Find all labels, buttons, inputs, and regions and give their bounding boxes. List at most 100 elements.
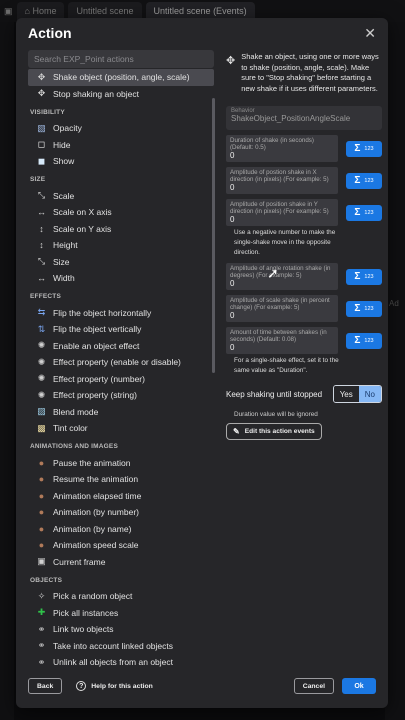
list-item[interactable]: ✺ Effect property (number) (28, 371, 214, 388)
list-item[interactable]: ⚭ Take into account linked objects (28, 638, 214, 655)
keep-shaking-row: Keep shaking until stopped Yes No (226, 385, 382, 403)
list-item[interactable]: ● Animation speed scale (28, 537, 214, 554)
parameter-row: Duration of shake (in seconds) (Default:… (226, 135, 382, 162)
list-item-label: Pause the animation (53, 457, 131, 468)
search-bar[interactable] (28, 50, 214, 68)
effect-icon: ✺ (37, 356, 46, 367)
list-item-label: Blend mode (53, 406, 99, 417)
list-item-label: Take into account linked objects (53, 640, 174, 651)
parameter-value[interactable]: 0 (230, 151, 334, 160)
list-item[interactable]: ● Pause the animation (28, 455, 214, 472)
parameter-field[interactable]: Duration of shake (in seconds) (Default:… (226, 135, 338, 162)
list-item[interactable]: ● Resume the animation (28, 471, 214, 488)
yes-no-toggle[interactable]: Yes No (332, 385, 382, 403)
parameter-field[interactable]: Amplitude of postion shake in X directio… (226, 167, 338, 194)
parameter-value[interactable]: 0 (230, 183, 334, 192)
width-icon: ↔ (37, 273, 46, 284)
ok-button[interactable]: Ok (342, 678, 376, 694)
animation-icon: ● (38, 490, 45, 501)
list-item[interactable]: ⇅ Flip the object vertically (28, 321, 214, 338)
expression-button[interactable]: Σ 123 (346, 140, 382, 157)
list-item[interactable]: ✥ Shake object (position, angle, scale) (28, 69, 214, 86)
effect-icon: ✺ (37, 389, 46, 400)
list-item-label: Height (53, 240, 78, 251)
list-item[interactable]: ▨ Blend mode (28, 404, 214, 421)
parameter-row: Amplitude of postion shake in X directio… (226, 167, 382, 194)
list-item[interactable]: ↔ Width (28, 270, 214, 287)
search-input[interactable] (34, 54, 184, 64)
list-item[interactable]: ● Animation (by name) (28, 521, 214, 538)
list-item[interactable]: ✧ Pick a random object (28, 588, 214, 605)
close-icon[interactable]: ✕ (364, 25, 376, 42)
blend-mode-icon: ▨ (37, 406, 46, 417)
section-header: SIZE (30, 176, 46, 183)
list-item[interactable]: ⤡ Size (28, 254, 214, 271)
effect-icon: ✺ (37, 340, 46, 351)
list-item-label: Animation speed scale (53, 540, 139, 551)
list-item[interactable]: ✺ Effect property (string) (28, 387, 214, 404)
parameter-value[interactable]: 0 (230, 311, 334, 320)
list-item-label: Unlink all objects from an object (53, 657, 174, 668)
section-header: VISIBILITY (30, 108, 65, 116)
parameter-value[interactable]: 0 (230, 343, 334, 352)
list-item[interactable]: ▣ Current frame (28, 554, 214, 571)
list-item[interactable]: ◼ Show (28, 153, 214, 170)
description-row: ✥ Shake an object, using one or more way… (226, 52, 382, 94)
list-item[interactable]: ◻ Hide (28, 137, 214, 154)
sigma-icon: Σ (354, 175, 361, 186)
expression-button[interactable]: Σ 123 (346, 172, 382, 189)
sigma-icon: Σ (354, 335, 361, 346)
show-icon: ◼ (37, 155, 46, 166)
list-item[interactable]: ⤡ Scale (28, 188, 214, 205)
list-item[interactable]: ✥ Stop shaking an object (28, 86, 214, 103)
list-item-label: Hide (53, 139, 71, 150)
back-button[interactable]: Back (28, 678, 63, 694)
list-item[interactable]: ⚭ Unlink all objects from an object (28, 654, 214, 671)
action-description: Shake an object, using one or more ways … (241, 52, 379, 93)
expression-button[interactable]: Σ 123 (346, 268, 382, 285)
mouse-cursor-icon: ➚ (267, 265, 279, 281)
no-option[interactable]: No (358, 386, 381, 402)
list-item[interactable]: ↕ Scale on Y axis (28, 221, 214, 238)
list-item[interactable]: ● Animation (by number) (28, 504, 214, 521)
list-item[interactable]: ✚ Pick all instances (28, 605, 214, 622)
parameter-field[interactable]: Amount of time between shakes (in second… (226, 327, 338, 354)
list-item-label: Enable an object effect (53, 340, 140, 351)
list-item-label: Width (53, 273, 75, 284)
frame-icon: ▣ (37, 556, 46, 567)
link-icon: ⚭ (37, 640, 46, 651)
list-item[interactable]: ↔ Scale on X axis (28, 204, 214, 221)
list-item-label: Scale on X axis (53, 207, 112, 218)
list-item[interactable]: ● Animation elapsed time (28, 488, 214, 505)
cancel-button[interactable]: Cancel (293, 678, 334, 694)
list-item[interactable]: ⇆ Flip the object horizontally (28, 305, 214, 322)
list-item[interactable]: ⚭ Link two objects (28, 621, 214, 638)
list-item-label: Stop shaking an object (53, 88, 140, 99)
expression-button[interactable]: Σ 123 (346, 204, 382, 221)
parameter-value[interactable]: 0 (230, 215, 334, 224)
list-item[interactable]: ▩ Tint color (28, 420, 214, 437)
parameter-value[interactable]: 0 (230, 279, 334, 288)
parameter-field[interactable]: Amplitude of angle rotation shake (in de… (226, 263, 338, 290)
parameter-field[interactable]: Amplitude of scale shake (in percent cha… (226, 295, 338, 322)
yes-option[interactable]: Yes (333, 386, 359, 402)
list-item[interactable]: ↕ Height (28, 237, 214, 254)
expression-button[interactable]: Σ 123 (346, 332, 382, 349)
list-item[interactable]: ✺ Effect property (enable or disable) (28, 354, 214, 371)
list-item-label: Effect property (number) (53, 373, 145, 384)
flip-vertical-icon: ⇅ (37, 323, 46, 334)
list-item[interactable]: ✺ Enable an object effect (28, 338, 214, 355)
sigma-icon: Σ (354, 207, 361, 218)
help-button[interactable]: ? Help for this action (76, 681, 153, 691)
parameter-helper-text: For a single-shake effect, set it to the… (234, 357, 339, 374)
scrollbar[interactable] (212, 98, 215, 373)
behavior-select[interactable]: Behavior ShakeObject_PositionAngleScale (226, 106, 382, 130)
expression-button[interactable]: Σ 123 (346, 300, 382, 317)
animation-icon: ● (38, 474, 45, 485)
parameter-label: Amplitude of postion shake in X directio… (230, 169, 329, 183)
edit-events-button[interactable]: ✎ Edit this action events (226, 423, 322, 440)
parameter-field[interactable]: Amplitude of position shake in Y directi… (226, 199, 338, 226)
animation-icon: ● (38, 507, 45, 518)
list-item-label: Pick all instances (53, 607, 119, 618)
list-item[interactable]: ▧ Opacity (28, 120, 214, 137)
